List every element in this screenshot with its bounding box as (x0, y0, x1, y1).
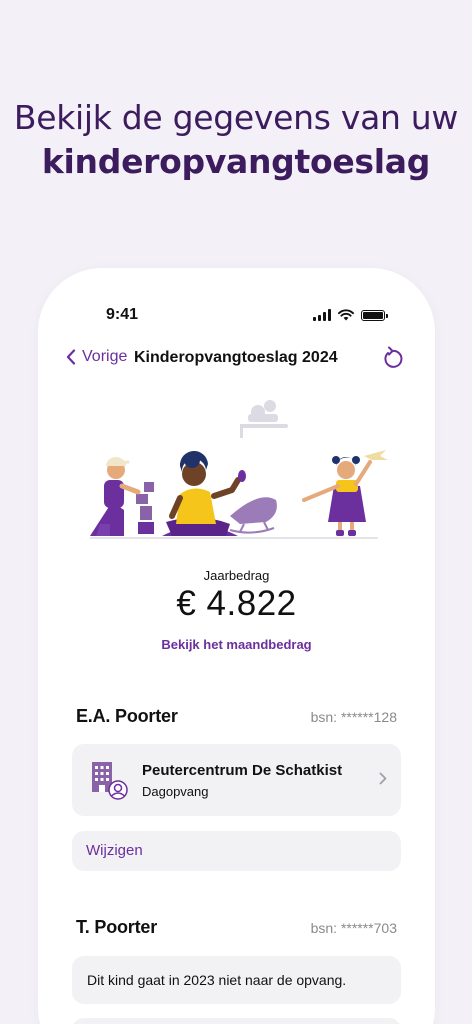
back-button[interactable]: Vorige (66, 348, 127, 366)
chevron-right-icon (379, 772, 387, 785)
amount-label: Jaarbedrag (203, 568, 270, 583)
childcare-building-icon (92, 762, 128, 800)
wifi-icon (338, 309, 354, 321)
phone-frame: 9:41 Vorige Kinderopvangtoeslag 2024 Jaa… (40, 270, 433, 1024)
seated-woman-figure (162, 450, 246, 536)
kneeling-child-figure (90, 457, 154, 536)
rocking-chair-graphic (229, 497, 277, 534)
next-card[interactable] (72, 1018, 401, 1024)
status-time: 9:41 (106, 306, 139, 323)
status-icons (313, 309, 388, 321)
battery-icon (361, 309, 388, 321)
back-label: Vorige (82, 348, 128, 365)
child-bsn: bsn: ******128 (310, 709, 397, 725)
child-name: T. Poorter (76, 917, 158, 937)
childcare-provider-card[interactable]: Peutercentrum De Schatkist Dagopvang (72, 744, 401, 816)
chevron-left-icon (66, 349, 76, 365)
childcare-illustration (90, 400, 388, 539)
provider-name: Peutercentrum De Schatkist (142, 762, 343, 779)
headline-line-2: kinderopvangtoeslag (41, 142, 431, 181)
page-title: Kinderopvangtoeslag 2024 (134, 349, 338, 366)
annual-amount: € 4.822 (176, 584, 297, 623)
child-bsn: bsn: ******703 (310, 920, 397, 936)
shelf-toys-graphic (240, 400, 288, 438)
child-header: E.A. Poorter bsn: ******128 (76, 704, 397, 730)
standing-girl-figure (302, 450, 388, 536)
refresh-button[interactable] (381, 346, 403, 375)
child-name: E.A. Poorter (76, 706, 178, 726)
change-button[interactable]: Wijzigen (72, 831, 401, 871)
change-label: Wijzigen (86, 842, 143, 859)
provider-type: Dagopvang (142, 784, 209, 799)
refresh-icon (384, 346, 403, 368)
no-childcare-notice: Dit kind gaat in 2023 niet naar de opvan… (72, 956, 401, 1004)
nav-bar: Vorige Kinderopvangtoeslag 2024 (40, 346, 433, 372)
cellular-signal-icon (313, 309, 331, 321)
monthly-amount-link[interactable]: Bekijk het maandbedrag (40, 637, 433, 652)
headline-line-1: Bekijk de gegevens van uw (13, 98, 459, 137)
notice-text: Dit kind gaat in 2023 niet naar de opvan… (87, 972, 347, 988)
child-header: T. Poorter bsn: ******703 (76, 915, 397, 941)
marketing-headline: Bekijk de gegevens van uw kinderopvangto… (0, 96, 472, 184)
status-bar: 9:41 (40, 306, 433, 328)
